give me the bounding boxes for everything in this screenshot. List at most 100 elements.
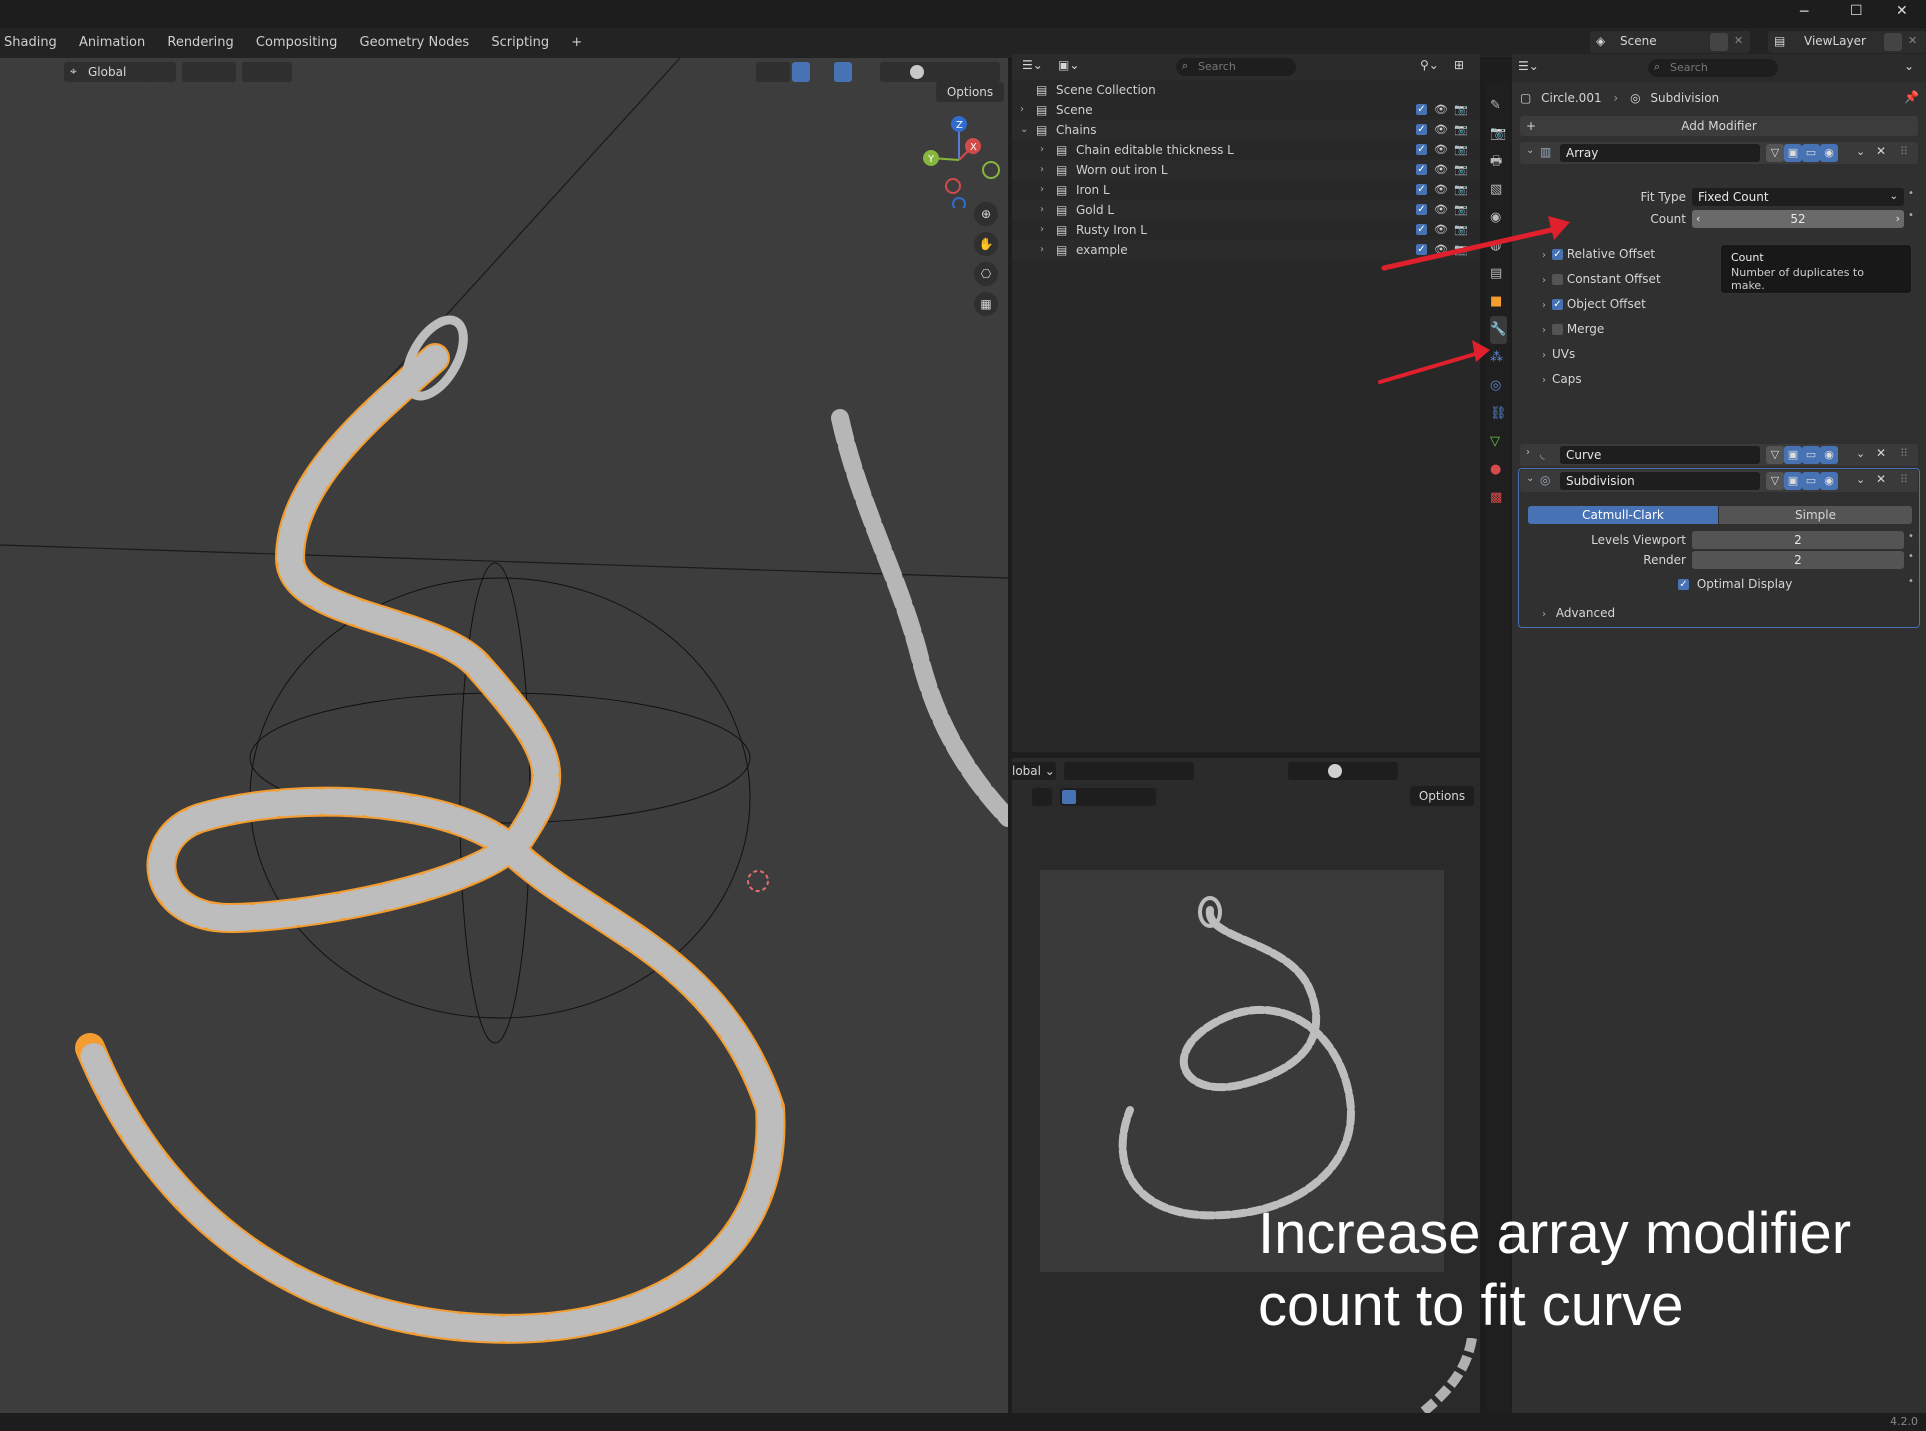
exclude-checkbox[interactable]: ✓ [1416, 164, 1427, 175]
render-levels-keyframe-icon[interactable]: • [1908, 551, 1914, 562]
exclude-checkbox[interactable]: ✓ [1416, 124, 1427, 135]
tab-animation[interactable]: Animation [70, 28, 154, 58]
subdivision-collapse-icon[interactable]: ⌄ [1526, 473, 1534, 484]
array-modifier-header[interactable]: ⌄ ▥ Array ▽ ▣ ▭ ◉ ⌄ ✕ ⠿ [1520, 142, 1918, 164]
render-orientation-dropdown[interactable]: lobal ⌄ [1012, 762, 1056, 780]
curve-edit-mode-icon[interactable]: ▣ [1784, 446, 1802, 464]
count-decrement-icon[interactable]: ‹ [1696, 210, 1700, 228]
edit-mode-icon[interactable]: ▣ [1784, 144, 1802, 162]
tab-shading[interactable]: Shading [0, 28, 66, 58]
camera-icon[interactable]: 📷 [1454, 100, 1468, 120]
curve-modifier-header[interactable]: › ◟ Curve ▽ ▣ ▭ ◉ ⌄ ✕ ⠿ [1520, 444, 1918, 466]
curve-modifier-name[interactable]: Curve [1560, 446, 1760, 464]
scene-selector[interactable]: ◈ Scene ✕ [1590, 31, 1750, 53]
add-modifier-button[interactable]: + Add Modifier [1520, 116, 1918, 136]
delete-viewlayer-icon[interactable]: ✕ [1908, 34, 1917, 47]
expand-chevron-icon[interactable]: ⌄ [1020, 120, 1028, 140]
camera-icon[interactable]: 📷 [1454, 140, 1468, 160]
properties-search[interactable]: ⌕ Search [1648, 59, 1778, 77]
drag-handle-icon[interactable]: ⠿ [1900, 145, 1908, 158]
optimal-display-keyframe-icon[interactable]: • [1908, 576, 1914, 587]
new-collection-icon[interactable]: ⊞ [1454, 58, 1464, 72]
add-workspace-button[interactable]: + [562, 28, 591, 58]
filter-icon[interactable]: ⚲⌄ [1420, 58, 1439, 72]
render-display-icon[interactable]: ◉ [1820, 144, 1838, 162]
properties-options-icon[interactable]: ⌄ [1904, 59, 1914, 73]
render-select-modes[interactable] [1060, 788, 1156, 806]
exclude-checkbox[interactable]: ✓ [1416, 104, 1427, 115]
outliner-row[interactable]: › ▤ Chain editable thickness L ✓ 👁 📷 [1012, 140, 1480, 160]
outliner-row[interactable]: › ▤ Worn out iron L ✓ 👁 📷 [1012, 160, 1480, 180]
outliner-row[interactable]: ⌄ ▤ Chains ✓ 👁 📷 [1012, 120, 1480, 140]
eye-icon[interactable]: 👁 [1434, 140, 1448, 160]
optimal-display-toggle[interactable]: ✓ Optimal Display [1678, 576, 1792, 592]
modifier-menu-chevron-icon[interactable]: ⌄ [1856, 145, 1865, 158]
expand-chevron-icon[interactable]: › [1040, 160, 1044, 180]
render-snap-tools[interactable] [1064, 762, 1194, 780]
properties-editor-type-icon[interactable]: ☰⌄ [1518, 59, 1539, 73]
catmull-clark-button[interactable]: Catmull-Clark [1528, 506, 1718, 524]
curve-viewport-icon[interactable]: ▭ [1802, 446, 1820, 464]
minimize-icon[interactable]: ─ [1800, 4, 1808, 20]
output-tab-icon[interactable]: 🖶 [1490, 148, 1507, 176]
simple-button[interactable]: Simple [1719, 506, 1912, 524]
viewport-display-icon[interactable]: ▭ [1802, 144, 1820, 162]
camera-icon[interactable]: 📷 [1454, 120, 1468, 140]
sub-edit-mode-icon[interactable]: ▣ [1784, 472, 1802, 490]
render-options-dropdown[interactable]: Options [1410, 786, 1474, 806]
display-mode-icon[interactable]: ▣⌄ [1058, 58, 1079, 72]
curve-edit-cage-icon[interactable]: ▽ [1766, 446, 1784, 464]
array-modifier-name[interactable]: Array [1560, 144, 1760, 162]
tab-scripting[interactable]: Scripting [482, 28, 558, 58]
new-viewlayer-icon[interactable] [1884, 33, 1902, 51]
tab-geometry-nodes[interactable]: Geometry Nodes [351, 28, 479, 58]
new-scene-icon[interactable] [1710, 33, 1728, 51]
levels-viewport-field[interactable]: 2 [1692, 531, 1904, 549]
eye-icon[interactable]: 👁 [1434, 100, 1448, 120]
render-levels-field[interactable]: 2 [1692, 551, 1904, 569]
sub-menu-chevron-icon[interactable]: ⌄ [1856, 473, 1865, 486]
constraints-tab-icon[interactable]: ⛓ [1490, 400, 1507, 428]
levels-keyframe-icon[interactable]: • [1908, 531, 1914, 542]
maximize-icon[interactable]: ☐ [1850, 3, 1863, 19]
collapse-chevron-icon[interactable]: ⌄ [1526, 145, 1534, 156]
sub-drag-handle-icon[interactable]: ⠿ [1900, 473, 1908, 486]
expand-chevron-icon[interactable]: › [1040, 180, 1044, 200]
curve-remove-icon[interactable]: ✕ [1876, 446, 1886, 460]
outliner-panel[interactable]: ☰⌄ ▣⌄ ⌕ Search ⚲⌄ ⊞ ▤ Scene Collection ›… [1012, 54, 1480, 752]
sub-render-icon[interactable]: ◉ [1820, 472, 1838, 490]
advanced-subpanel[interactable]: › Advanced [1542, 604, 1615, 622]
optimal-display-checkbox[interactable]: ✓ [1678, 579, 1689, 590]
data-tab-icon[interactable]: ▽ [1490, 428, 1507, 456]
render-shading-buttons[interactable] [1288, 762, 1398, 780]
material-tab-icon[interactable]: ● [1490, 456, 1507, 484]
tab-compositing[interactable]: Compositing [247, 28, 347, 58]
count-keyframe-icon[interactable]: • [1908, 210, 1914, 221]
camera-icon[interactable]: 📷 [1454, 160, 1468, 180]
expand-chevron-icon[interactable]: › [1040, 140, 1044, 160]
tool-tab-icon[interactable]: ✎ [1490, 92, 1507, 120]
expand-chevron-icon[interactable]: › [1526, 447, 1530, 458]
expand-chevron-icon[interactable]: › [1040, 240, 1044, 260]
viewlayer-selector[interactable]: ▤ ViewLayer ✕ [1768, 31, 1926, 53]
eye-icon[interactable]: 👁 [1434, 180, 1448, 200]
delete-scene-icon[interactable]: ✕ [1734, 34, 1743, 47]
tab-rendering[interactable]: Rendering [158, 28, 242, 58]
expand-chevron-icon[interactable]: › [1020, 100, 1024, 120]
editor-type-icon[interactable]: ☰⌄ [1022, 58, 1043, 72]
fit-type-dropdown[interactable]: Fixed Count ⌄ [1692, 188, 1904, 206]
eye-icon[interactable]: 👁 [1434, 160, 1448, 180]
outliner-row[interactable]: › ▤ Scene ✓ 👁 📷 [1012, 100, 1480, 120]
texture-tab-icon[interactable]: ▩ [1490, 484, 1507, 512]
subdivision-modifier-header[interactable]: ⌄ ◎ Subdivision ▽ ▣ ▭ ◉ ⌄ ✕ ⠿ [1520, 470, 1918, 492]
sub-edit-cage-icon[interactable]: ▽ [1766, 472, 1784, 490]
count-increment-icon[interactable]: › [1896, 210, 1900, 228]
3d-viewport[interactable]: ⌖ Global ⌄ Options Z X Y ⊕ ✋ ⎔ ▦ [0, 58, 1008, 1413]
remove-modifier-icon[interactable]: ✕ [1876, 144, 1886, 158]
render-solid-shading-icon[interactable] [1328, 764, 1342, 778]
sub-remove-icon[interactable]: ✕ [1876, 472, 1886, 486]
curve-menu-chevron-icon[interactable]: ⌄ [1856, 447, 1865, 460]
curve-render-icon[interactable]: ◉ [1820, 446, 1838, 464]
pin-icon[interactable]: 📌 [1904, 90, 1919, 104]
exclude-checkbox[interactable]: ✓ [1416, 184, 1427, 195]
